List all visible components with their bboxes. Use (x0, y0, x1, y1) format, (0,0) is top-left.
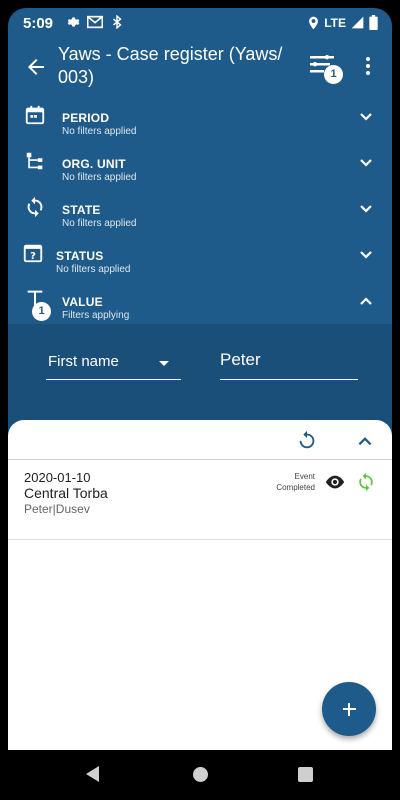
chevron-up-icon[interactable] (356, 432, 374, 450)
value-filter-badge: 1 (32, 302, 51, 321)
filter-label: VALUE (62, 295, 103, 309)
nav-back-icon[interactable] (86, 766, 99, 782)
filter-count-badge: 1 (324, 65, 343, 84)
attribute-dropdown[interactable]: First name (46, 348, 181, 380)
value-filter-text: Peter (220, 350, 261, 369)
chevron-down-icon (360, 251, 372, 259)
page-title-line2: 003) (58, 67, 95, 87)
filter-row-value[interactable]: VALUE Filters applying (8, 282, 392, 328)
app-toolbar: Yaws - Case register (Yaws/ 003) 1 (8, 40, 392, 94)
filter-label: PERIOD (62, 111, 110, 125)
filter-status: Filters applying (62, 310, 130, 321)
event-names: Peter|Dusev (24, 502, 90, 516)
filter-label: STATE (62, 203, 101, 217)
filter-panel: PERIOD No filters applied ORG. UNIT No f… (8, 94, 392, 324)
filter-status: No filters applied (62, 172, 137, 183)
chevron-down-icon (360, 159, 372, 167)
dropdown-caret-icon (159, 361, 169, 366)
chevron-up-icon (360, 297, 372, 305)
location-icon (309, 16, 319, 29)
refresh-icon[interactable] (296, 429, 318, 451)
plus-icon-vertical (348, 703, 350, 716)
gear-icon (67, 17, 80, 27)
back-arrow-icon[interactable] (24, 55, 48, 79)
event-status: Event Completed (276, 471, 315, 493)
filter-status: No filters applied (56, 264, 131, 275)
event-list-item[interactable]: 2020-01-10 Central Torba Peter|Dusev Eve… (8, 461, 392, 540)
filter-label: ORG. UNIT (62, 157, 126, 171)
battery-icon (369, 15, 378, 30)
event-date: 2020-01-10 (24, 470, 91, 485)
filter-status: No filters applied (62, 126, 137, 137)
status-time: 5:09 (23, 15, 54, 32)
page-title-line1: Yaws - Case register (Yaws/ (58, 44, 283, 64)
svg-text:?: ? (30, 251, 36, 262)
sync-icon (27, 196, 43, 218)
value-filter-input[interactable]: Peter (220, 346, 358, 380)
calendar-icon (25, 105, 45, 125)
list-header (8, 420, 392, 460)
filter-row-org-unit[interactable]: ORG. UNIT No filters applied (8, 144, 392, 190)
event-status-line1: Event (294, 472, 315, 481)
filter-row-status[interactable]: ? STATUS No filters applied (8, 236, 392, 282)
filter-label: STATUS (56, 249, 104, 263)
more-vert-icon[interactable] (356, 54, 380, 78)
bluetooth-icon (113, 15, 122, 29)
event-org-unit: Central Torba (24, 485, 108, 501)
sync-status-icon[interactable] (356, 472, 376, 492)
nav-home-icon[interactable] (193, 767, 208, 782)
screen: 5:09 LTE Yaws - Case register (Yaws/ 003… (0, 0, 400, 800)
value-filter-panel: First name Peter (8, 324, 392, 404)
filter-row-state[interactable]: STATE No filters applied (8, 190, 392, 236)
event-status-line2: Completed (276, 483, 315, 492)
status-right: LTE (308, 15, 378, 30)
eye-icon[interactable] (324, 474, 346, 490)
gmail-icon (87, 15, 103, 29)
add-event-button[interactable] (322, 682, 376, 736)
status-left-icons (66, 15, 124, 29)
filter-status: No filters applied (62, 218, 137, 229)
status-bar: 5:09 LTE (8, 8, 392, 40)
system-nav-bar (0, 750, 400, 800)
nav-recents-icon[interactable] (298, 767, 313, 782)
chevron-down-icon (360, 113, 372, 121)
chevron-down-icon (360, 205, 372, 213)
calendar-question-icon: ? (23, 244, 43, 263)
signal-icon (351, 16, 364, 29)
network-label: LTE (324, 15, 346, 30)
attribute-selected: First name (48, 353, 119, 370)
filter-row-period[interactable]: PERIOD No filters applied (8, 98, 392, 144)
page-title: Yaws - Case register (Yaws/ 003) (58, 43, 288, 89)
org-unit-tree-icon (26, 152, 43, 170)
